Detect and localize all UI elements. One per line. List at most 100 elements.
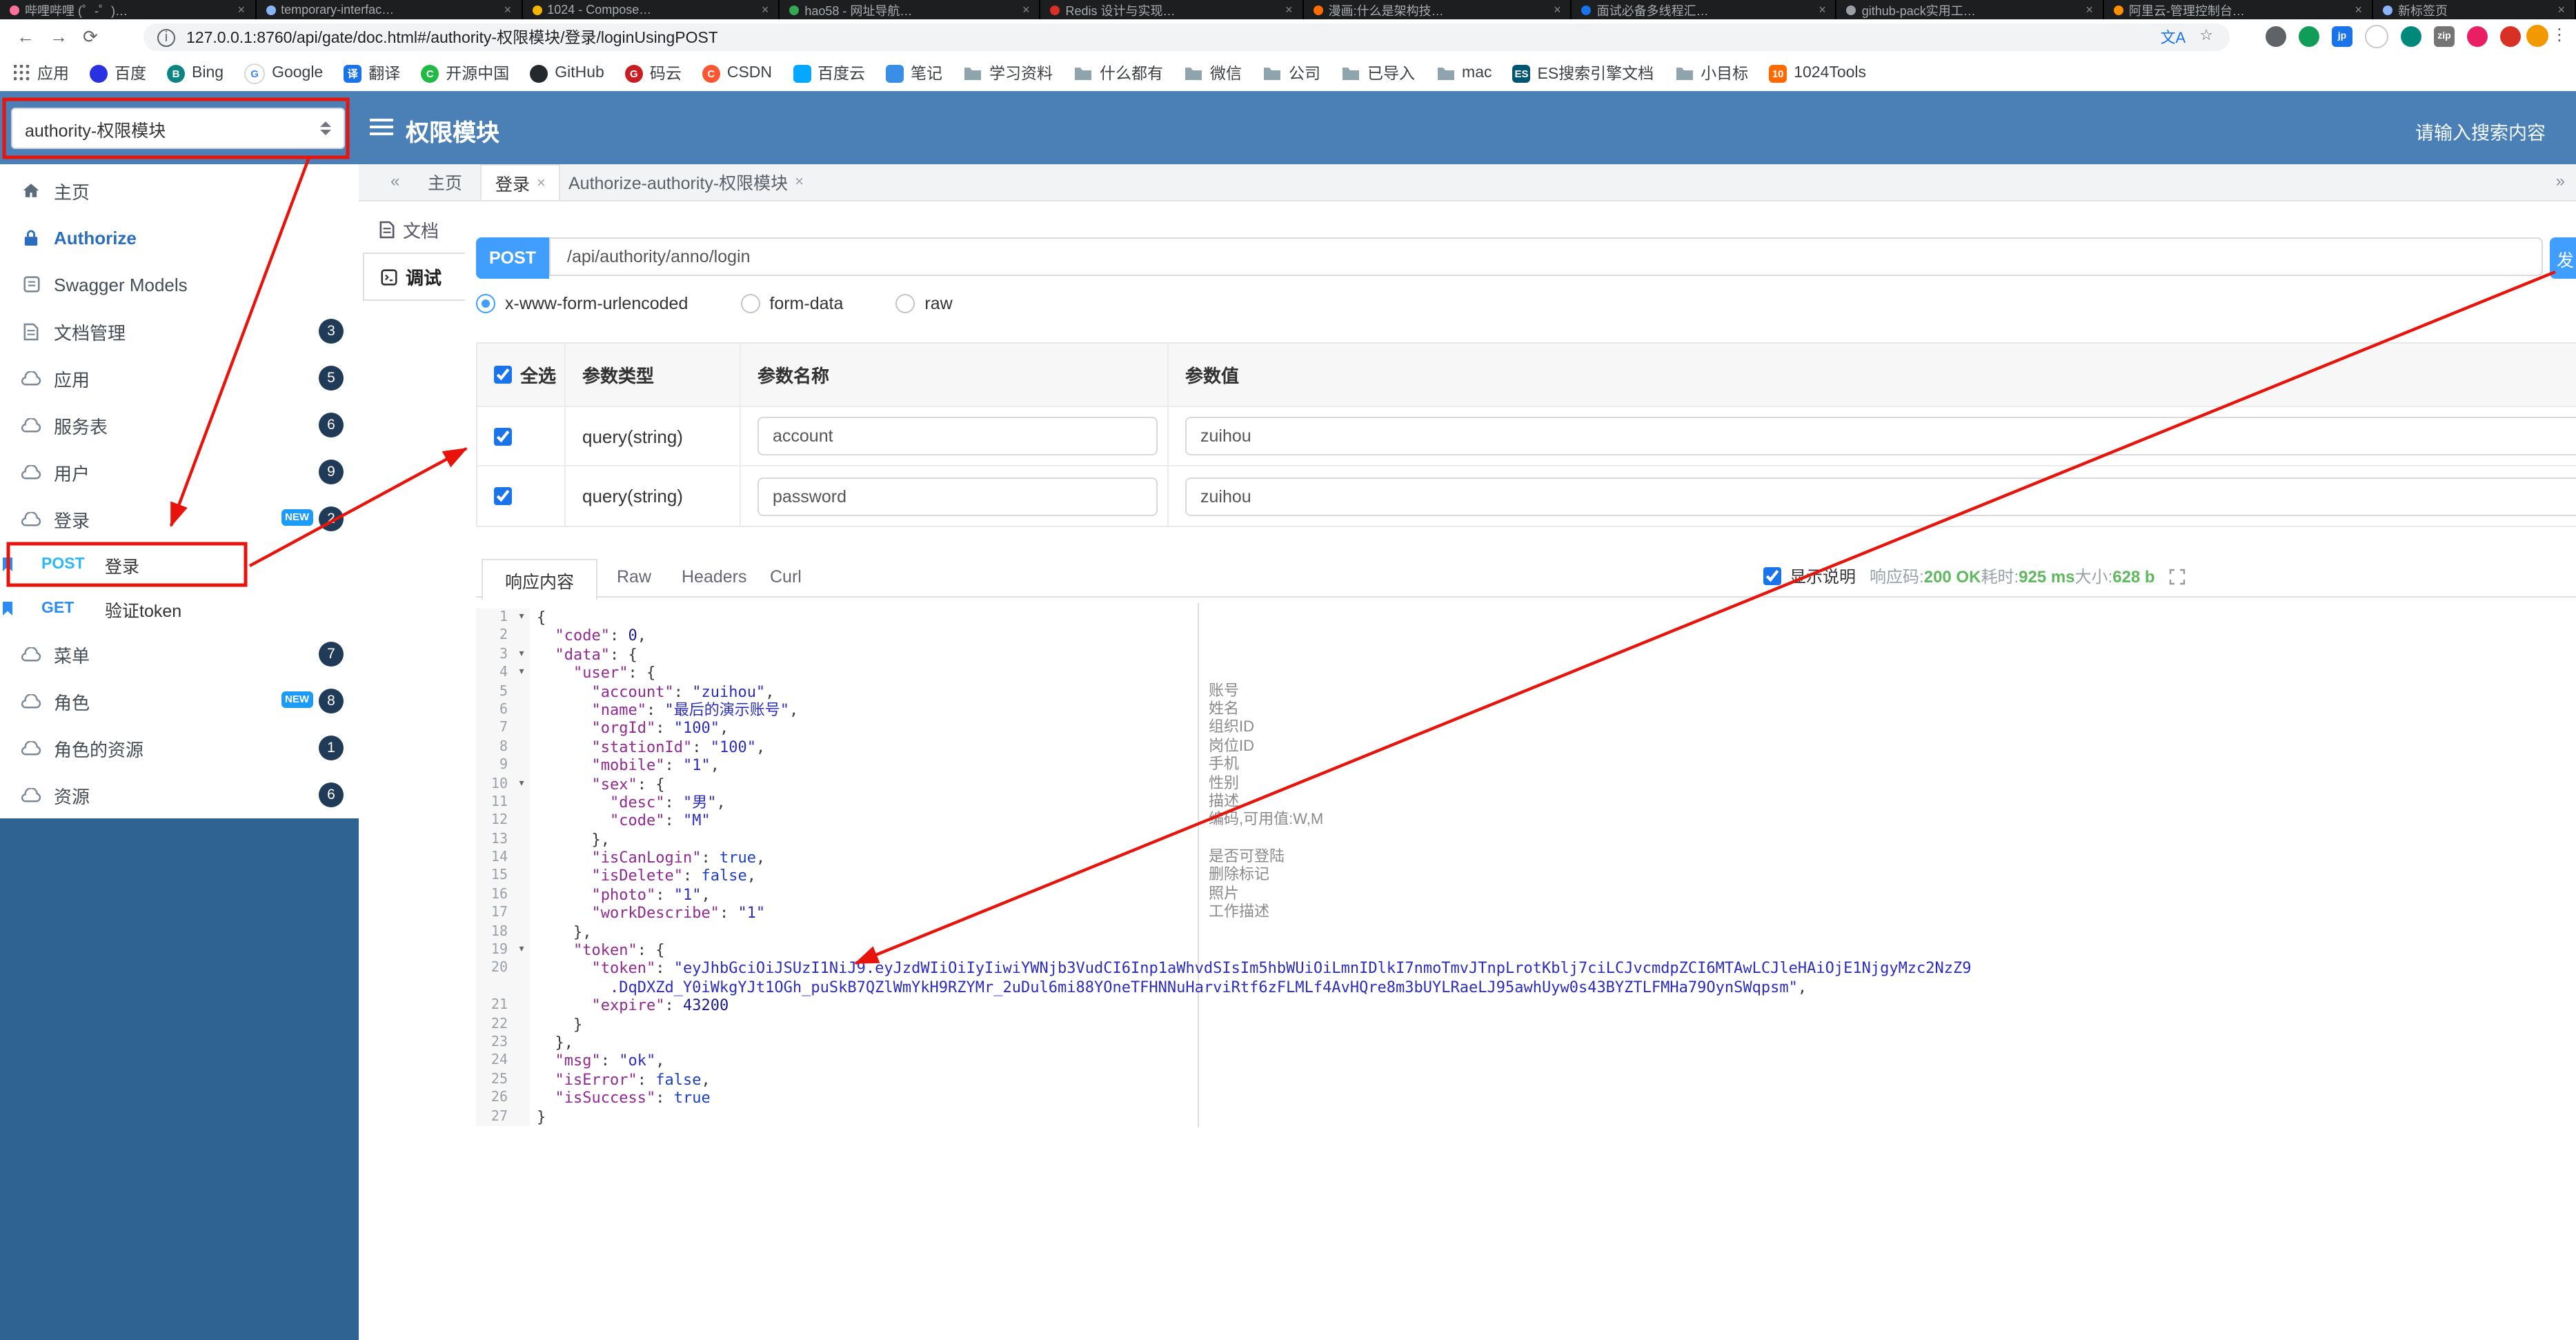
sidebar-item-doc-manage[interactable]: 文档管理 3 — [0, 308, 359, 355]
back-icon[interactable]: ← — [17, 26, 34, 47]
sidebar-item-login[interactable]: 登录 NEW 2 — [0, 495, 359, 542]
sidebar-item-resource[interactable]: 资源 6 — [0, 771, 359, 818]
tab-debug[interactable]: 调试 — [363, 253, 465, 301]
tab-close-icon[interactable]: × — [1022, 3, 1030, 17]
bookmark-item[interactable]: 10 1024Tools — [1769, 64, 1866, 82]
bookmark-item[interactable]: 微信 — [1184, 62, 1242, 84]
browser-tab[interactable]: hao58 - 网址导航… × — [780, 0, 1041, 19]
tab-close-icon[interactable]: × — [1554, 3, 1561, 17]
browser-tab[interactable]: 1024 - Compose… × — [522, 0, 780, 19]
module-select[interactable]: authority-权限模块 — [11, 108, 345, 149]
sidebar-item-menu[interactable]: 菜单 7 — [0, 631, 359, 678]
param-name-input[interactable] — [757, 417, 1158, 455]
site-info-icon[interactable]: i — [157, 28, 175, 46]
tab-close-icon[interactable]: × — [504, 3, 512, 17]
tab-document[interactable]: 文档 — [363, 207, 465, 253]
sidebar-item-role-resource[interactable]: 角色的资源 1 — [0, 725, 359, 771]
bookmark-item[interactable]: 笔记 — [886, 62, 942, 84]
sidebar-api-post-login[interactable]: POST 登录 — [0, 542, 359, 587]
select-all-checkbox[interactable] — [494, 366, 512, 384]
bookmark-item[interactable]: G Google — [244, 63, 323, 83]
bookmark-item[interactable]: G 码云 — [624, 62, 682, 84]
expand-tabs-icon[interactable]: » — [2556, 171, 2565, 190]
sidebar-item-user[interactable]: 用户 9 — [0, 449, 359, 495]
tab-close-icon[interactable]: × — [2558, 3, 2566, 17]
browser-tab[interactable]: 新标签页 × — [2373, 0, 2576, 19]
tab-authorize-module[interactable]: Authorize-authority-权限模块 × — [568, 164, 804, 199]
translate-icon[interactable]: 文A — [2161, 26, 2186, 48]
fold-icon[interactable]: ▾ — [513, 775, 530, 794]
bookmark-item[interactable]: ES ES搜索引擎文档 — [1512, 62, 1654, 84]
browser-tab[interactable]: github-pack实用工… × — [1837, 0, 2104, 19]
tab-close-icon[interactable]: × — [2355, 3, 2362, 17]
extension-icon[interactable] — [2365, 25, 2388, 48]
fullscreen-icon[interactable] — [2169, 568, 2186, 584]
sidebar-item-swagger-models[interactable]: Swagger Models — [0, 261, 359, 308]
row-checkbox[interactable] — [494, 487, 512, 505]
fold-icon[interactable]: ▾ — [513, 645, 530, 664]
tab-raw[interactable]: Raw — [617, 567, 651, 587]
bookmark-item[interactable]: 什么都有 — [1073, 62, 1163, 84]
reload-icon[interactable]: ⟳ — [83, 26, 98, 48]
extension-icon[interactable] — [2500, 26, 2521, 47]
bookmark-item[interactable]: C 开源中国 — [421, 62, 509, 84]
bookmark-item[interactable]: 学习资料 — [963, 62, 1053, 84]
tab-response-content[interactable]: 响应内容 — [482, 559, 597, 600]
bookmark-item[interactable]: 公司 — [1262, 62, 1320, 84]
bookmark-item[interactable]: C CSDN — [702, 64, 772, 82]
tab-curl[interactable]: Curl — [770, 567, 802, 587]
bookmark-item[interactable]: 应用 — [14, 62, 69, 84]
tab-headers[interactable]: Headers — [682, 567, 747, 587]
tab-close-icon[interactable]: × — [2085, 3, 2093, 17]
tab-close-icon[interactable]: × — [238, 3, 246, 17]
collapse-tabs-icon[interactable]: « — [390, 171, 399, 190]
menu-toggle-icon[interactable] — [370, 119, 393, 139]
browser-menu-icon[interactable]: ⋮ — [2551, 25, 2568, 44]
param-name-input[interactable] — [757, 477, 1158, 515]
bookmark-item[interactable]: B Bing — [167, 64, 224, 82]
tab-close-icon[interactable]: × — [1819, 3, 1826, 17]
tab-login[interactable]: 登录 × — [480, 164, 561, 200]
extension-icon[interactable] — [2266, 26, 2286, 47]
sidebar-item-home[interactable]: 主页 — [0, 167, 359, 214]
tab-home[interactable]: 主页 — [428, 164, 462, 199]
sidebar-item-role[interactable]: 角色 NEW 8 — [0, 678, 359, 725]
extension-icon[interactable] — [2467, 26, 2488, 47]
fold-icon[interactable]: ▾ — [513, 941, 530, 960]
bookmark-item[interactable]: 已导入 — [1341, 62, 1415, 84]
api-path-field[interactable]: /api/authority/anno/login — [549, 237, 2543, 276]
fold-icon[interactable]: ▾ — [513, 609, 530, 627]
param-value-input[interactable] — [1185, 417, 2576, 455]
browser-tab[interactable]: 阿里云-管理控制台… × — [2104, 0, 2373, 19]
param-value-input[interactable] — [1185, 477, 2576, 515]
browser-tab[interactable]: 漫画:什么是架构技… × — [1304, 0, 1572, 19]
sidebar-item-authorize[interactable]: Authorize — [0, 214, 359, 261]
bookmark-item[interactable]: GitHub — [530, 64, 604, 82]
bookmark-item[interactable]: 百度云 — [793, 62, 865, 84]
forward-icon[interactable]: → — [50, 26, 68, 47]
profile-avatar[interactable] — [2526, 25, 2548, 47]
tab-close-icon[interactable]: × — [762, 3, 769, 17]
tab-close-icon[interactable]: × — [1285, 3, 1293, 17]
bookmark-item[interactable]: 译翻译 — [344, 62, 400, 84]
bookmark-item[interactable]: 小目标 — [1674, 62, 1748, 84]
browser-tab[interactable]: 哔哩哔哩 (゜-゜)… × — [0, 0, 257, 19]
bookmark-star-icon[interactable]: ☆ — [2199, 26, 2213, 48]
extension-icon[interactable]: jp — [2332, 26, 2352, 47]
radio-raw[interactable]: raw — [895, 294, 953, 313]
radio-form-data[interactable]: form-data — [740, 294, 843, 313]
row-checkbox[interactable] — [494, 427, 512, 445]
browser-tab[interactable]: temporary-interfac… × — [256, 0, 523, 19]
close-tab-icon[interactable]: × — [795, 173, 804, 190]
sidebar-api-get-verify-token[interactable]: GET 验证token — [0, 587, 359, 631]
bookmark-item[interactable]: mac — [1436, 65, 1492, 81]
browser-tab[interactable]: 面试必备多线程汇… × — [1572, 0, 1837, 19]
close-tab-icon[interactable]: × — [537, 175, 546, 191]
extension-icon[interactable] — [2299, 26, 2319, 47]
browser-tab[interactable]: Redis 设计与实现… × — [1040, 0, 1304, 19]
url-bar[interactable]: i 127.0.0.1:8760/api/gate/doc.html#/auth… — [143, 23, 2230, 51]
send-button[interactable]: 发 — [2550, 237, 2576, 279]
show-description-checkbox[interactable] — [1763, 567, 1781, 585]
bookmark-item[interactable]: 百度 — [90, 62, 146, 84]
extension-icon[interactable]: zip — [2434, 26, 2455, 47]
